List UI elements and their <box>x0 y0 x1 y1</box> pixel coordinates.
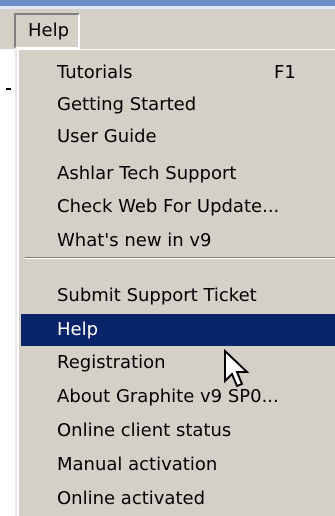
menu-item-label: Online client status <box>57 420 232 441</box>
menu-item-label: Online activated <box>57 488 206 509</box>
menu-separator <box>25 257 335 259</box>
menu-item-submit-ticket[interactable]: Submit Support Ticket <box>21 281 335 311</box>
menu-item-online-status[interactable]: Online client status <box>21 416 335 446</box>
menu-item-label: Help <box>57 319 99 340</box>
menu-item-label: Check Web For Update... <box>57 196 280 217</box>
background-line <box>6 88 11 90</box>
menu-item-online-activated[interactable]: Online activated <box>21 484 335 514</box>
menu-item-manual-activation[interactable]: Manual activation <box>21 450 335 480</box>
menu-item-tech-support[interactable]: Ashlar Tech Support <box>21 159 335 189</box>
menu-item-check-update[interactable]: Check Web For Update... <box>21 192 335 222</box>
shortcut-label: F1 <box>274 62 296 83</box>
menu-item-label: Manual activation <box>57 454 218 475</box>
menu-item-about[interactable]: About Graphite v9 SP0... <box>21 382 335 412</box>
menu-item-label: Tutorials <box>57 62 133 83</box>
menu-item-tutorials[interactable]: Tutorials F1 <box>21 58 335 88</box>
menu-item-user-guide[interactable]: User Guide <box>21 122 335 152</box>
menu-item-label: Ashlar Tech Support <box>57 163 237 184</box>
screen: Help Tutorials F1 Getting Started User G… <box>0 0 335 516</box>
menu-help[interactable]: Help <box>14 13 80 49</box>
help-dropdown-menu: Tutorials F1 Getting Started User Guide … <box>17 49 335 516</box>
menu-item-label: Getting Started <box>57 94 197 115</box>
menu-item-whats-new[interactable]: What's new in v9 <box>21 226 335 256</box>
menu-item-help[interactable]: Help <box>21 314 335 346</box>
menu-item-getting-started[interactable]: Getting Started <box>21 90 335 120</box>
menu-item-label: Submit Support Ticket <box>57 285 257 306</box>
menu-item-label: User Guide <box>57 126 157 147</box>
arrow-pointer-icon <box>224 349 250 388</box>
menu-item-label: What's new in v9 <box>57 230 212 251</box>
menu-item-registration[interactable]: Registration <box>21 348 335 378</box>
menu-item-label: Registration <box>57 352 166 373</box>
